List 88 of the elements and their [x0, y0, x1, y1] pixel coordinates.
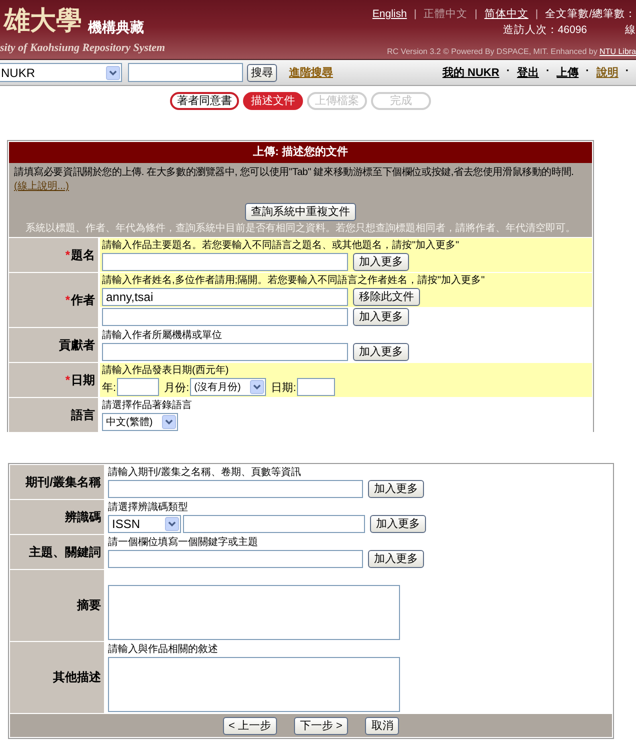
text-area[interactable] — [108, 585, 400, 640]
language-select[interactable]: 中文(繁體) — [102, 413, 178, 431]
version-note: RC Version 3.2 © Powered By DSPACE, MIT. Enhanced by NTU Libra — [387, 47, 636, 56]
language-link[interactable]: 简体中文 — [484, 7, 528, 21]
separator: · — [625, 65, 629, 79]
separator: | — [414, 7, 417, 21]
required-mark: * — [65, 293, 70, 307]
chevron-down-icon — [106, 66, 120, 80]
field-hint: 請一個欄位填寫一個關鍵字或主題 — [107, 536, 259, 549]
next-button[interactable]: 下一步 > — [294, 716, 348, 734]
language-link[interactable]: English — [372, 7, 407, 21]
separator: · — [546, 65, 550, 79]
help-link[interactable]: (線上說明...) — [14, 180, 69, 194]
field-label: 題名 — [71, 246, 95, 264]
field-hint: 請輸入作品發表日期(西元年) — [100, 363, 592, 377]
logo-subtitle: 機構典藏 — [88, 18, 144, 37]
field-label: 期刊/叢集名稱 — [26, 474, 101, 490]
field-hint: 請輸入作者姓名,多位作者請用;隔開。若您要輸入不同語言之作者姓名，請按"加入更多" — [100, 273, 592, 287]
search-button[interactable]: 搜尋 — [247, 64, 277, 82]
separator: · — [586, 65, 590, 79]
duplicate-check-button[interactable]: 查詢系統中重複文件 — [245, 203, 356, 221]
add-more-button[interactable]: 加入更多 — [368, 550, 424, 568]
text-input[interactable] — [108, 550, 363, 568]
intro-text: 請填寫必要資訊關於您的上傳. 在大多數的瀏覽器中, 您可以使用"Tab" 鍵來移動游標至下個欄位或按鍵,省去您使用滑鼠移動的時間. — [14, 166, 575, 180]
add-more-button[interactable]: 加入更多 — [353, 253, 409, 271]
field-hint: 請選擇辨識碼類型 — [107, 500, 189, 514]
visitor-count: 造訪人次：46096 — [502, 24, 587, 36]
field-label: 主題、關鍵詞 — [29, 544, 101, 560]
nav-link[interactable]: 上傳 — [556, 65, 579, 80]
field-label: 貢獻者 — [59, 336, 95, 354]
progress-step: 描述文件 — [243, 92, 303, 110]
scope-select[interactable]: NUKR — [0, 63, 122, 82]
back-button[interactable]: < 上一步 — [222, 716, 277, 734]
progress-step: 上傳檔案 — [307, 92, 367, 110]
month-select[interactable]: (沒有月份) — [190, 378, 266, 396]
cancel-button[interactable]: 取消 — [365, 716, 400, 734]
month-label: 月份: — [164, 380, 190, 394]
search-field[interactable] — [128, 63, 243, 82]
identifier-input[interactable] — [183, 515, 365, 533]
nav-link[interactable]: 我的 NUKR — [442, 65, 500, 80]
identifier-type-select[interactable]: ISSN — [108, 515, 181, 533]
add-more-button[interactable]: 加入更多 — [370, 515, 426, 533]
required-mark: * — [65, 248, 70, 262]
logo-tagline: sity of Kaohsiung Repository System — [0, 42, 166, 55]
field-label: 日期 — [71, 372, 95, 388]
progress-step: 完成 — [371, 92, 431, 110]
field-label: 其他描述 — [53, 669, 101, 686]
remove-button[interactable]: 移除此文件 — [353, 288, 420, 306]
add-more-button[interactable]: 加入更多 — [368, 480, 424, 498]
logo-title: 雄大學 — [4, 5, 82, 37]
add-more-button[interactable]: 加入更多 — [353, 308, 409, 326]
separator: | — [535, 7, 538, 21]
field-hint: 請輸入與作品相關的敘述 — [107, 642, 219, 656]
field-label: 摘要 — [77, 597, 101, 614]
text-input[interactable]: anny,tsai — [102, 288, 348, 306]
text-input[interactable] — [108, 480, 363, 498]
chevron-down-icon — [250, 380, 264, 394]
text-input[interactable] — [102, 343, 348, 361]
field-hint: 請選擇作品著錄語言 — [101, 398, 193, 412]
field-hint: 請輸入作品主要題名。若您要輸入不同語言之題名、或其他題名，請按"加入更多" — [100, 238, 592, 252]
library-link[interactable]: NTU Libra — [600, 47, 636, 56]
field-label: 辨識碼 — [65, 508, 101, 526]
chevron-down-icon — [165, 517, 179, 531]
nav-link[interactable]: 說明 — [596, 65, 618, 80]
nav-link[interactable]: 登出 — [516, 65, 539, 80]
advanced-search-link[interactable]: 進階搜尋 — [289, 65, 333, 80]
field-label: 作者 — [71, 292, 95, 308]
text-input[interactable] — [102, 253, 348, 271]
year-input[interactable] — [117, 378, 160, 396]
separator: | — [474, 7, 478, 21]
form-title: 上傳: 描述您的文件 — [9, 142, 592, 163]
text-area[interactable] — [108, 657, 400, 712]
record-count-label: 全文筆數/總筆數： — [545, 7, 636, 21]
separator: · — [506, 65, 510, 79]
day-label: 日期: — [271, 380, 296, 394]
field-label: 語言 — [71, 406, 95, 424]
text-input[interactable] — [102, 308, 348, 326]
add-more-button[interactable]: 加入更多 — [353, 343, 409, 361]
duplicate-check-hint: 系統以標題、作者、年代為條件，查詢系統中目前是否有相同之資料。若您只想查詢標題相同者，請將作者、年代清空即可。 — [24, 222, 576, 235]
field-hint: 請輸入期刊/叢集之名稱、卷期、頁數等資訊 — [107, 466, 302, 479]
progress-step: 著者同意書 — [170, 92, 239, 110]
field-hint: 請輸入作者所屬機構或單位 — [101, 328, 223, 342]
year-label: 年: — [102, 380, 116, 394]
chevron-down-icon — [162, 415, 176, 429]
required-mark: * — [65, 373, 70, 387]
language-link[interactable]: 正體中文 — [424, 7, 468, 21]
online-count-label: 線 — [625, 24, 636, 36]
day-input[interactable] — [297, 378, 336, 396]
